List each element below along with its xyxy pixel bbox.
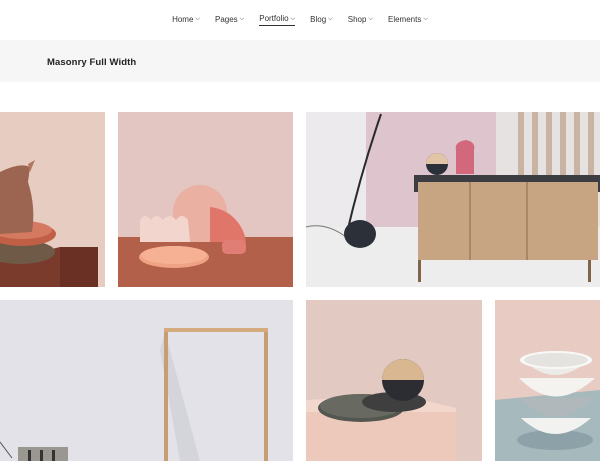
portfolio-item-floor-lamp-and-sideboard[interactable] [306,112,600,287]
portfolio-image [0,300,293,461]
nav-item-shop[interactable]: Shop ⌵ [348,15,373,26]
chevron-down-icon: ⌵ [195,16,200,22]
nav-item-pages[interactable]: Pages ⌵ [215,15,244,26]
nav-item-label: Elements [387,14,422,24]
main-navigation: Home ⌵ Pages ⌵ Portfolio ⌵ Blog ⌵ Shop ⌵… [0,0,600,40]
nav-item-label: Pages [214,14,238,24]
portfolio-image [306,300,482,461]
chevron-down-icon: ⌵ [328,16,333,22]
portfolio-image [118,112,293,287]
chevron-down-icon: ⌵ [423,16,428,22]
portfolio-item-wooden-frame-stand[interactable] [0,300,293,461]
chevron-down-icon: ⌵ [239,16,245,22]
nav-item-portfolio[interactable]: Portfolio ⌵ [259,14,296,26]
portfolio-image [306,112,600,287]
portfolio-item-pink-shapes-composition[interactable] [118,112,293,287]
nav-item-label: Portfolio [259,14,289,23]
nav-item-home[interactable]: Home ⌵ [172,15,200,26]
portfolio-image [495,300,600,461]
nav-item-label: Shop [347,14,367,24]
nav-item-label: Home [172,14,194,24]
nav-item-label: Blog [310,14,327,24]
portfolio-item-sphere-on-plinth[interactable] [306,300,482,461]
chevron-down-icon: ⌵ [290,15,296,22]
page-title: Masonry Full Width [47,57,137,68]
portfolio-item-pitcher-and-bowls[interactable] [0,112,105,287]
chevron-down-icon: ⌵ [368,16,373,22]
nav-item-blog[interactable]: Blog ⌵ [310,15,333,26]
nav-item-elements[interactable]: Elements ⌵ [388,15,428,26]
portfolio-item-stacked-bowls[interactable] [495,300,600,461]
portfolio-image [0,112,105,287]
